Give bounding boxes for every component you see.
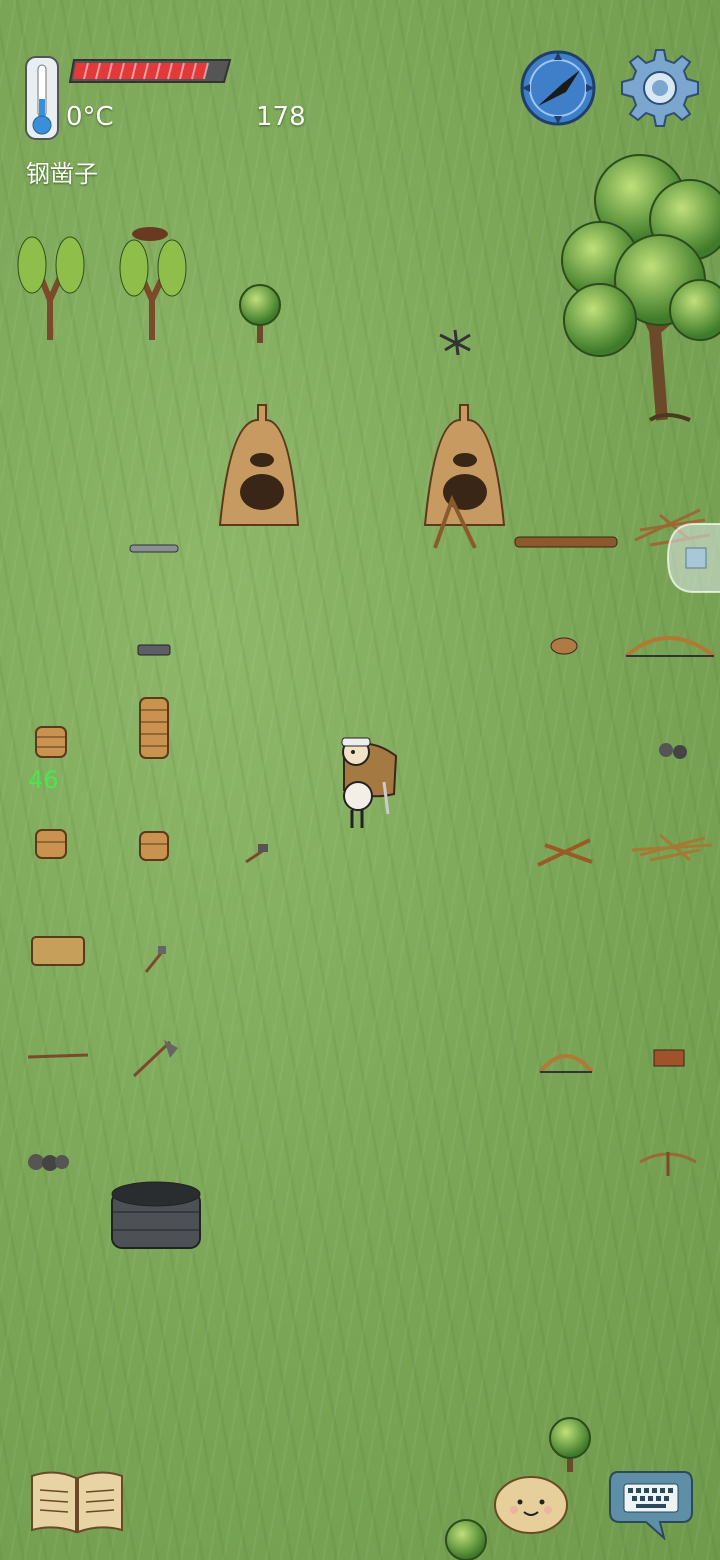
small-bush-bottom-2[interactable]: [445, 1519, 487, 1560]
round-stones[interactable]: [659, 743, 687, 759]
keyboard-icon[interactable]: [608, 1468, 694, 1540]
thermometer-icon: [25, 56, 59, 140]
stone-well[interactable]: [111, 1181, 201, 1249]
player-character[interactable]: [332, 730, 404, 834]
axe-tool[interactable]: [132, 1040, 178, 1078]
health-bar: [68, 58, 232, 84]
small-bush-bottom-1[interactable]: [549, 1417, 591, 1472]
kiln-2[interactable]: [423, 404, 506, 549]
book-icon[interactable]: [28, 1468, 126, 1536]
gear-icon[interactable]: [620, 48, 700, 128]
bow-saw-2[interactable]: [538, 1054, 594, 1074]
basket-small-1[interactable]: [35, 829, 67, 859]
basket-stack[interactable]: [35, 726, 67, 758]
sapling-2[interactable]: [119, 227, 187, 340]
clay-brick[interactable]: [653, 1049, 685, 1067]
stack-count-label: 46: [28, 766, 59, 794]
flat-stone[interactable]: [129, 544, 179, 553]
clay-bowl[interactable]: [550, 637, 578, 655]
sapling-1[interactable]: [17, 236, 85, 340]
potato-face-icon[interactable]: [492, 1474, 570, 1536]
crossed-sticks[interactable]: [537, 838, 593, 867]
kindling-pile[interactable]: [439, 329, 471, 356]
straw-pile[interactable]: [631, 833, 713, 862]
temperature-readout: 0°C: [66, 102, 114, 132]
compass-icon[interactable]: [518, 48, 598, 128]
basket-small-2[interactable]: [139, 831, 169, 861]
tall-basket-stack[interactable]: [139, 697, 169, 759]
resource-counter: 178: [256, 102, 306, 132]
held-item-name: 钢凿子: [26, 160, 98, 188]
small-bush[interactable]: [239, 284, 281, 343]
bow-saw[interactable]: [624, 636, 716, 658]
hay-bale[interactable]: [31, 936, 85, 966]
steel-ingot[interactable]: [137, 644, 171, 656]
hammer-tool[interactable]: [245, 844, 268, 864]
health-bar-fill: [73, 63, 209, 79]
large-tree[interactable]: [561, 154, 720, 422]
side-menu-button[interactable]: [664, 520, 720, 596]
log[interactable]: [514, 536, 618, 548]
crossbow[interactable]: [639, 1152, 697, 1176]
stone-pile[interactable]: [28, 1154, 69, 1171]
long-shaft[interactable]: [27, 1053, 89, 1059]
kiln-1[interactable]: [218, 404, 300, 526]
chisel-tool[interactable]: [144, 946, 166, 973]
